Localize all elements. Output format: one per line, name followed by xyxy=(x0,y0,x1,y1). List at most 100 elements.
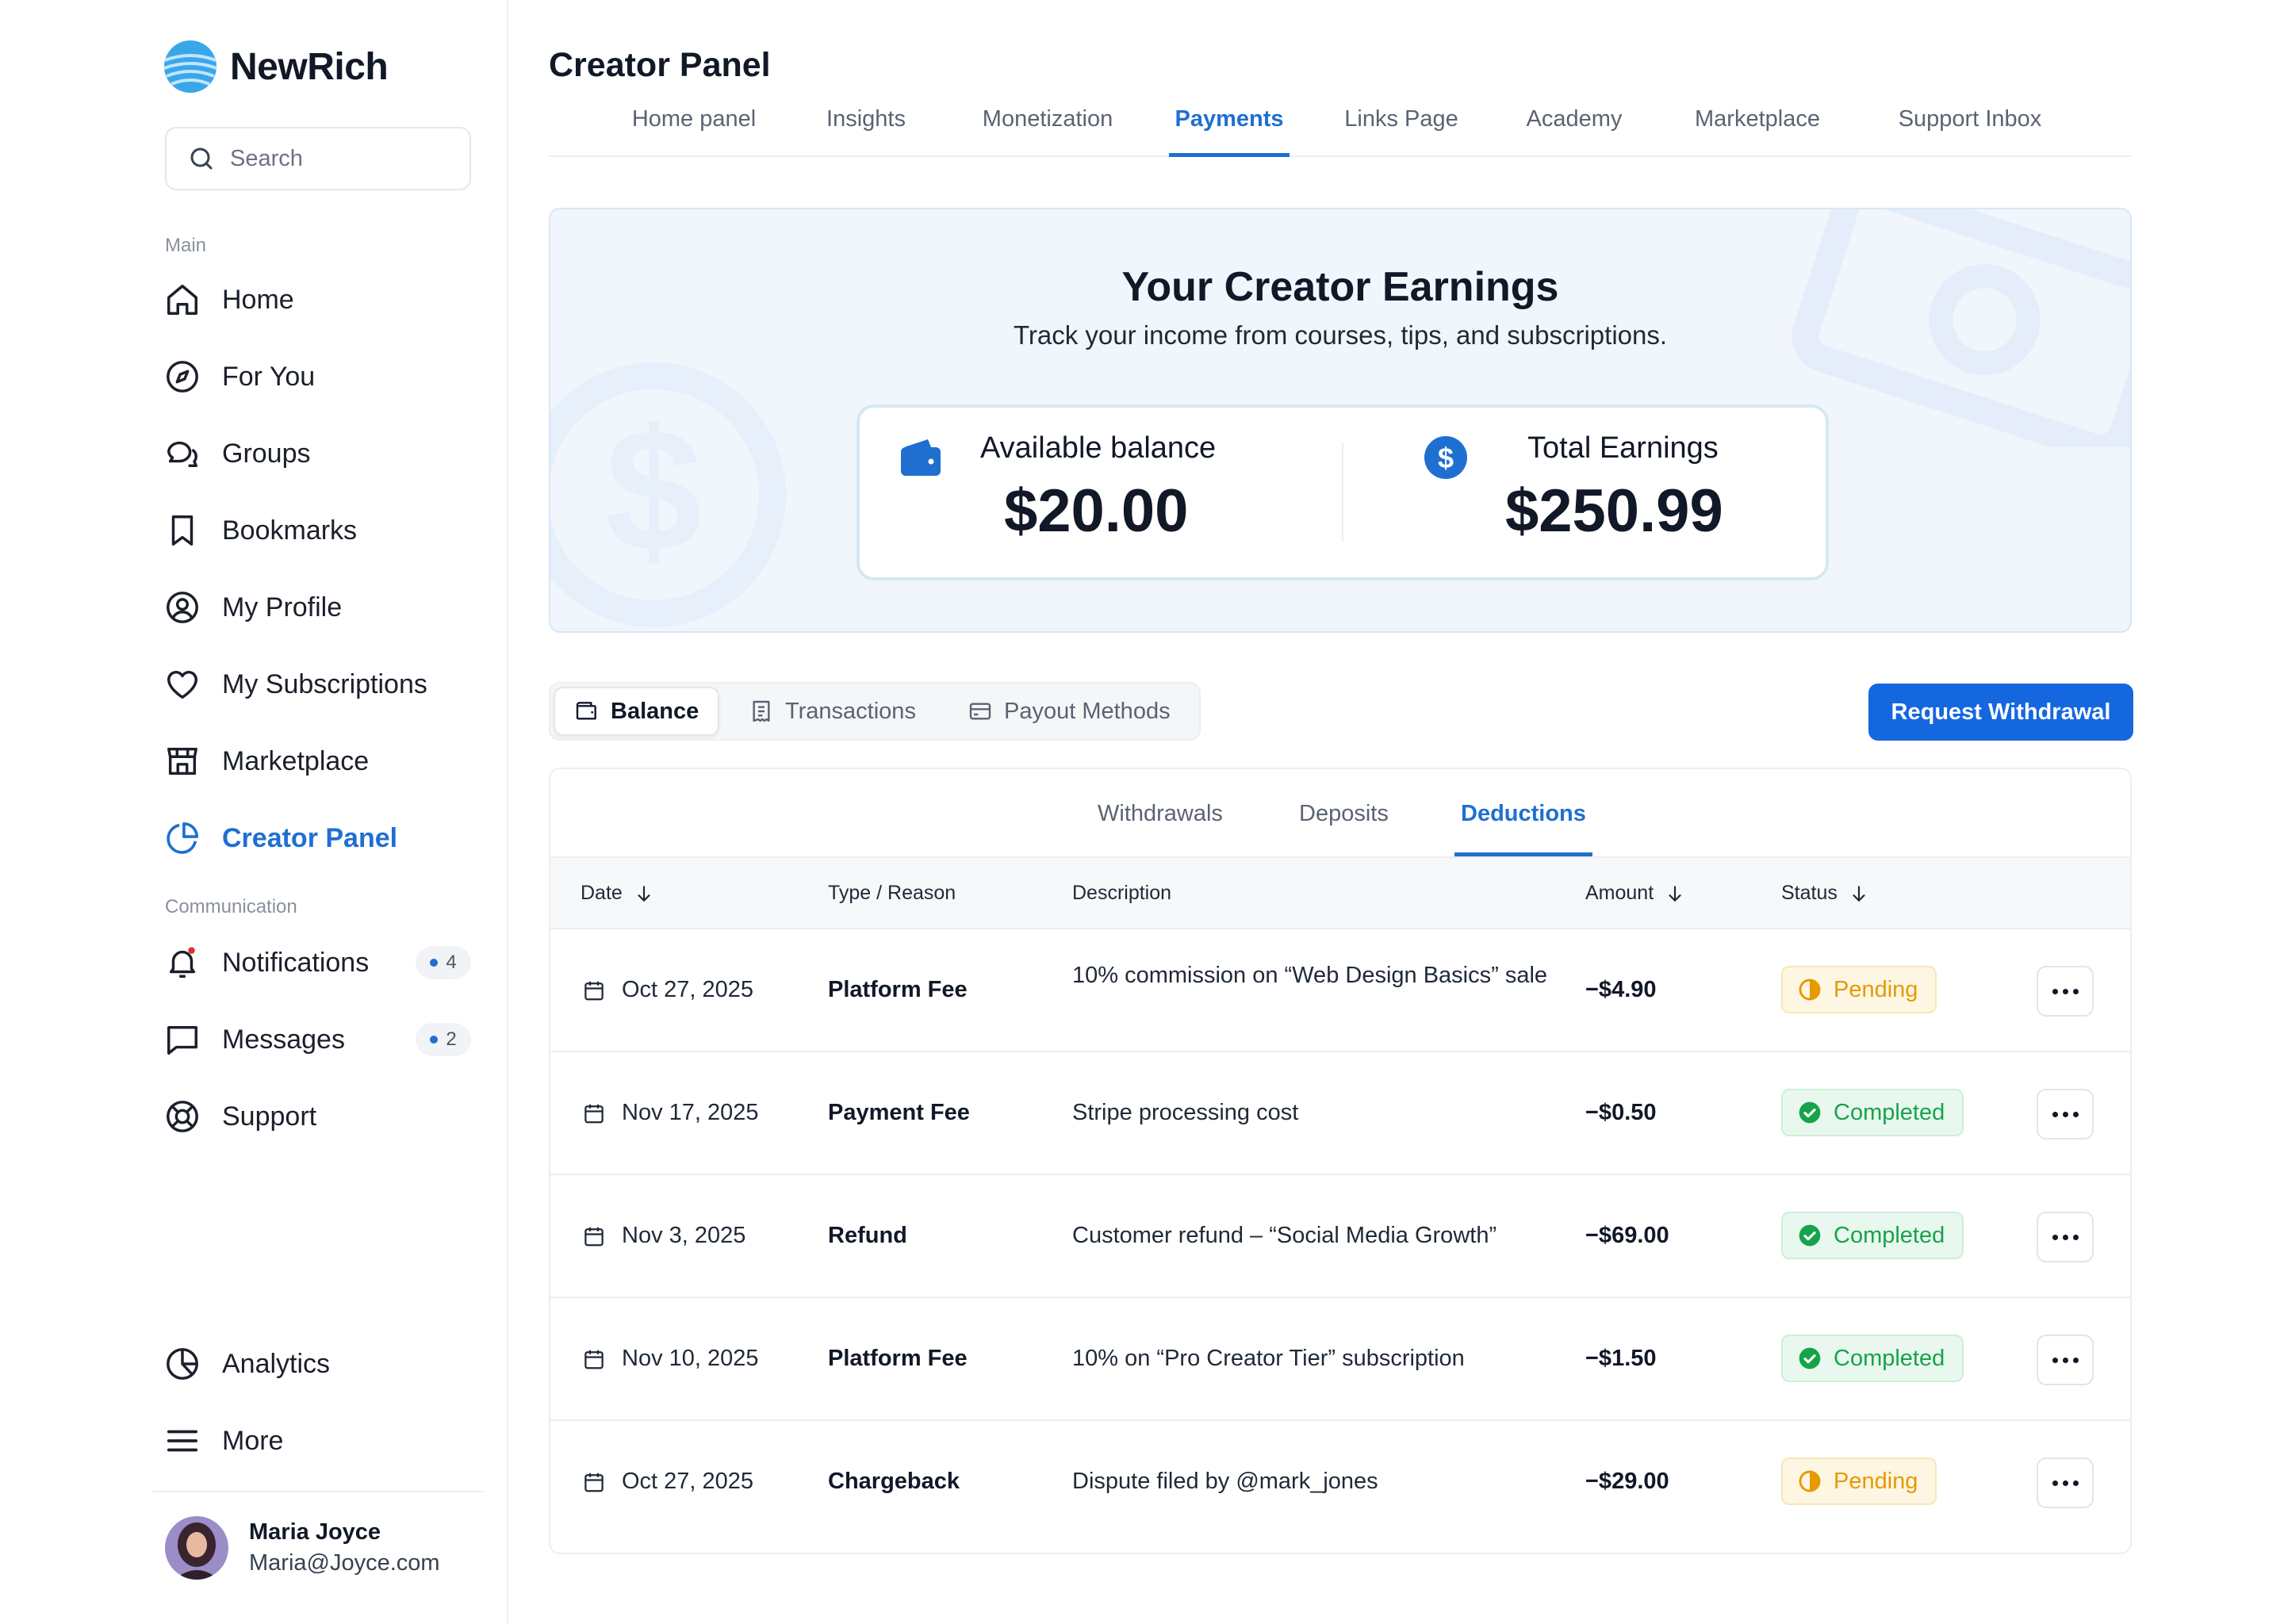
date-cell: Nov 10, 2025 xyxy=(582,1346,759,1372)
user-email: Maria@Joyce.com xyxy=(249,1550,440,1576)
segment-payout-methods[interactable]: Payout Methods xyxy=(948,687,1190,736)
available-balance-value: $20.00 xyxy=(1004,477,1189,545)
date-cell: Nov 17, 2025 xyxy=(582,1100,759,1126)
main-tabs: Home panel Insights Monetization Payment… xyxy=(549,89,2132,157)
check-circle-icon xyxy=(1799,1101,1821,1124)
segment-transactions[interactable]: Transactions xyxy=(730,687,935,736)
page-title: Creator Panel xyxy=(549,46,771,84)
user-name: Maria Joyce xyxy=(249,1519,381,1545)
pie-chart-icon xyxy=(163,819,201,857)
row-actions-button[interactable] xyxy=(2037,1457,2094,1508)
tab-deductions[interactable]: Deductions xyxy=(1454,801,1592,856)
pie-chart-icon xyxy=(163,1345,201,1383)
sidebar-item-marketplace[interactable]: Marketplace xyxy=(163,737,369,785)
amount-cell: −$0.50 xyxy=(1585,1100,1657,1125)
sidebar-item-my-subscriptions[interactable]: My Subscriptions xyxy=(163,661,427,708)
brand-logo[interactable]: NewRich xyxy=(163,40,389,94)
notifications-count-badge: 4 xyxy=(416,946,471,979)
segment-label: Transactions xyxy=(785,698,916,724)
tab-academy[interactable]: Academy xyxy=(1515,97,1634,157)
column-amount[interactable]: Amount xyxy=(1585,882,1685,905)
description-cell: Stripe processing cost xyxy=(1072,1100,1299,1125)
row-actions-button[interactable] xyxy=(2037,1335,2094,1385)
coin-watermark-icon: $ xyxy=(550,362,786,627)
sidebar-item-for-you[interactable]: For You xyxy=(163,353,315,400)
earnings-title: Your Creator Earnings xyxy=(1121,264,1559,310)
sidebar-item-analytics[interactable]: Analytics xyxy=(163,1340,330,1388)
lifebuoy-icon xyxy=(163,1097,201,1136)
message-square-icon xyxy=(163,1021,201,1059)
sidebar-item-support[interactable]: Support xyxy=(163,1093,316,1140)
tab-deposits[interactable]: Deposits xyxy=(1299,801,1389,856)
sidebar-item-home[interactable]: Home xyxy=(163,276,294,324)
check-circle-icon xyxy=(1799,1224,1821,1247)
total-earnings-stat: Total Earnings $250.99 xyxy=(1505,431,1723,546)
available-balance-stat: Available balance $20.00 xyxy=(980,431,1216,546)
sidebar-item-creator-panel[interactable]: Creator Panel xyxy=(163,814,397,862)
segment-label: Balance xyxy=(611,698,699,724)
check-circle-icon xyxy=(1799,1347,1821,1369)
search-input[interactable]: Search xyxy=(165,127,471,190)
more-horizontal-icon xyxy=(2052,1480,2079,1486)
sidebar-item-label: More xyxy=(222,1425,284,1456)
amount-cell: −$69.00 xyxy=(1585,1223,1669,1248)
wallet-outline-icon xyxy=(576,702,596,720)
request-withdrawal-button[interactable]: Request Withdrawal xyxy=(1868,684,2133,741)
sort-arrow-down-icon xyxy=(638,885,650,902)
newrich-logo-icon xyxy=(163,40,217,94)
home-icon xyxy=(163,281,201,319)
user-profile[interactable]: Maria Joyce Maria@Joyce.com xyxy=(165,1516,440,1580)
total-earnings-value: $250.99 xyxy=(1505,477,1723,545)
type-cell: Platform Fee xyxy=(828,977,968,1002)
tab-support-inbox[interactable]: Support Inbox xyxy=(1878,97,2062,157)
bell-icon xyxy=(163,944,201,982)
sidebar-item-label: My Profile xyxy=(222,592,343,622)
sidebar-item-label: Support xyxy=(222,1101,317,1132)
sidebar-item-label: Notifications xyxy=(222,947,370,978)
segment-balance[interactable]: Balance xyxy=(554,687,720,736)
column-status[interactable]: Status xyxy=(1781,882,1869,905)
bookmark-icon xyxy=(163,511,201,550)
tab-payments[interactable]: Payments xyxy=(1169,97,1290,157)
table-row: Nov 10, 2025 Platform Fee 10% on “Pro Cr… xyxy=(550,1298,2130,1421)
sidebar-item-label: Marketplace xyxy=(222,745,370,776)
tab-withdrawals[interactable]: Withdrawals xyxy=(1098,801,1223,856)
row-actions-button[interactable] xyxy=(2037,966,2094,1017)
svg-text:$: $ xyxy=(605,393,702,588)
sidebar-item-groups[interactable]: Groups xyxy=(163,430,311,477)
transaction-type-tabs: Withdrawals Deposits Deductions xyxy=(550,769,2130,858)
wallet-icon xyxy=(899,438,942,481)
date-cell: Nov 3, 2025 xyxy=(582,1223,745,1249)
stat-divider xyxy=(1342,442,1343,542)
row-actions-button[interactable] xyxy=(2037,1089,2094,1139)
more-horizontal-icon xyxy=(2052,1357,2079,1363)
sidebar-item-bookmarks[interactable]: Bookmarks xyxy=(163,507,357,554)
sidebar-item-label: My Subscriptions xyxy=(222,668,427,699)
half-circle-pending-icon xyxy=(1799,979,1821,1001)
sort-arrow-down-icon xyxy=(1669,885,1681,902)
sidebar-item-my-profile[interactable]: My Profile xyxy=(163,584,342,631)
column-date[interactable]: Date xyxy=(581,882,654,905)
sidebar-item-notifications[interactable]: Notifications xyxy=(163,939,369,986)
row-actions-button[interactable] xyxy=(2037,1212,2094,1262)
description-cell: 10% on “Pro Creator Tier” subscription xyxy=(1072,1346,1465,1371)
sidebar: NewRich Search Main Home For You Groups … xyxy=(0,0,508,1624)
amount-cell: −$29.00 xyxy=(1585,1469,1669,1494)
description-cell: Customer refund – “Social Media Growth” xyxy=(1072,1223,1497,1248)
available-balance-label: Available balance xyxy=(980,431,1217,465)
sidebar-item-label: Groups xyxy=(222,438,311,469)
sidebar-item-more[interactable]: More xyxy=(163,1417,283,1465)
messages-count-badge: 2 xyxy=(416,1023,471,1056)
sidebar-item-label: Home xyxy=(222,284,294,315)
tab-monetization[interactable]: Monetization xyxy=(966,97,1129,157)
tab-links-page[interactable]: Links Page xyxy=(1329,97,1473,157)
sidebar-item-messages[interactable]: Messages xyxy=(163,1016,345,1063)
tab-insights[interactable]: Insights xyxy=(814,97,918,157)
tab-marketplace[interactable]: Marketplace xyxy=(1673,97,1841,157)
amount-cell: −$1.50 xyxy=(1585,1346,1657,1371)
main-section-caption: Main xyxy=(165,235,207,256)
status-badge: Completed xyxy=(1781,1335,1964,1382)
tab-home-panel[interactable]: Home panel xyxy=(622,97,766,157)
sidebar-item-label: Creator Panel xyxy=(222,822,398,853)
credit-card-icon xyxy=(969,703,991,720)
